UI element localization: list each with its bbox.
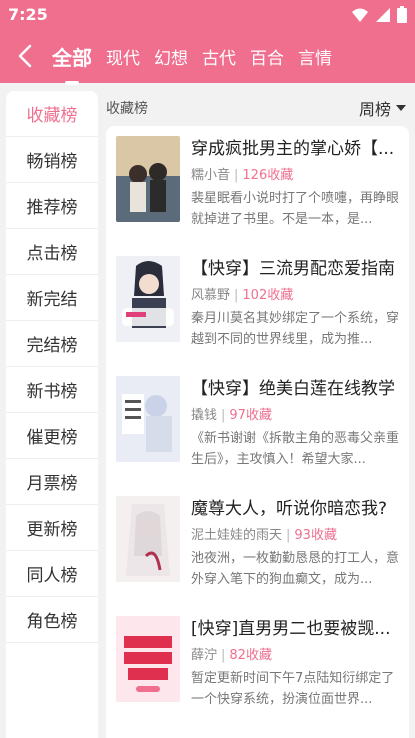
book-author: 糯小音 [191, 168, 231, 183]
book-favorites: 93收藏 [294, 528, 337, 543]
sidebar-item-clicks[interactable]: 点击榜 [6, 229, 98, 275]
tab-indicator [65, 81, 79, 85]
wifi-icon [352, 8, 368, 22]
meta-divider: | [221, 648, 226, 663]
book-author: 风慕野 [191, 288, 231, 303]
book-favorites: 126收藏 [242, 168, 294, 183]
back-arrow-icon[interactable] [14, 40, 36, 72]
tab-fantasy[interactable]: 幻想 [152, 44, 190, 69]
book-list: 穿成疯批男主的掌心娇【... 糯小音 | 126收藏 裴星眠看小说时打了个喷嚏，再睁… [106, 126, 409, 738]
book-description: 池夜洲，一枚勤勤恳恳的打工人，意外穿入笔下的狗血癫文，成为... [191, 551, 399, 587]
book-favorites: 97收藏 [229, 408, 272, 423]
tab-all[interactable]: 全部 [50, 42, 94, 85]
sidebar-item-bestseller[interactable]: 畅销榜 [6, 137, 98, 183]
book-meta: 糯小音 | 126收藏 [191, 164, 293, 183]
sidebar-item-urge-update[interactable]: 催更榜 [6, 413, 98, 459]
book-meta: 撬钱 | 97收藏 [191, 404, 272, 423]
book-description: 裴星眠看小说时打了个喷嚏，再睁眼就掉进了书里。不是一本，是... [191, 191, 399, 227]
meta-divider: | [234, 168, 239, 183]
sort-label: 周榜 [358, 100, 391, 119]
sidebar-item-updates[interactable]: 更新榜 [6, 505, 98, 551]
sidebar-item-new-finished[interactable]: 新完结 [6, 275, 98, 321]
list-rank-name: 收藏榜 [106, 101, 148, 117]
meta-divider: | [286, 528, 291, 543]
book-title: 【快穿】绝美白莲在线教学 [191, 379, 395, 399]
book-favorites: 82收藏 [229, 648, 272, 663]
app-bar: 全部 现代 幻想 古代 百合 言情 [0, 30, 415, 85]
book-author: 撬钱 [191, 408, 218, 423]
book-title: 【快穿】三流男配恋爱指南 [191, 259, 395, 279]
book-cover [116, 616, 180, 702]
book-author: 薛泞 [191, 648, 218, 663]
book-author: 泥土娃娃的雨天 [191, 528, 283, 543]
category-tabs: 全部 现代 幻想 古代 百合 言情 [50, 30, 344, 85]
battery-icon [397, 6, 407, 23]
book-cover [116, 376, 180, 462]
tab-gl[interactable]: 百合 [248, 44, 286, 69]
book-meta: 薛泞 | 82收藏 [191, 644, 272, 663]
book-title: 魔尊大人，听说你暗恋我? [191, 499, 388, 519]
book-title: 穿成疯批男主的掌心娇【... [191, 139, 395, 159]
signal-icon [376, 7, 390, 22]
sidebar-item-finished[interactable]: 完结榜 [6, 321, 98, 367]
book-item[interactable]: [快穿]直男男二也要被觊... 薛泞 | 82收藏 暂定更新时间下午7点陆知衍绑定了… [106, 606, 409, 726]
sidebar-item-characters[interactable]: 角色榜 [6, 597, 98, 643]
book-item[interactable]: 【快穿】三流男配恋爱指南 风慕野 | 102收藏 秦月川莫名其妙绑定了一个系统，穿越… [106, 246, 409, 366]
tab-modern[interactable]: 现代 [104, 44, 142, 69]
book-cover [116, 496, 180, 582]
sidebar-item-favorites[interactable]: 收藏榜 [6, 91, 98, 137]
book-description: 《新书谢谢《拆散主角的恶毒父亲重生后》，主攻慎入！希望大家... [191, 431, 399, 467]
tab-romance[interactable]: 言情 [296, 44, 334, 69]
status-icons [351, 6, 407, 23]
book-favorites: 102收藏 [242, 288, 294, 303]
book-cover [116, 256, 180, 342]
book-meta: 泥土娃娃的雨天 | 93收藏 [191, 524, 337, 543]
meta-divider: | [234, 288, 239, 303]
tab-ancient[interactable]: 古代 [200, 44, 238, 69]
sidebar-item-recommend[interactable]: 推荐榜 [6, 183, 98, 229]
book-description: 秦月川莫名其妙绑定了一个系统，穿越到不同的世界线里，成为推... [191, 311, 399, 347]
status-time: 7:25 [8, 5, 48, 24]
book-cover [116, 136, 180, 222]
sidebar-item-monthly-ticket[interactable]: 月票榜 [6, 459, 98, 505]
book-item[interactable]: 魔尊大人，听说你暗恋我? 泥土娃娃的雨天 | 93收藏 池夜洲，一枚勤勤恳恳的打工人… [106, 486, 409, 606]
status-bar: 7:25 [0, 0, 415, 30]
rank-sidebar: 收藏榜 畅销榜 推荐榜 点击榜 新完结 完结榜 新书榜 催更榜 月票榜 更新榜 … [6, 91, 98, 738]
book-meta: 风慕野 | 102收藏 [191, 284, 293, 303]
caret-down-icon [396, 105, 406, 111]
sidebar-item-new-books[interactable]: 新书榜 [6, 367, 98, 413]
sort-dropdown[interactable]: 周榜 [359, 96, 406, 120]
book-item[interactable]: 穿成疯批男主的掌心娇【... 糯小音 | 126收藏 裴星眠看小说时打了个喷嚏，再睁… [106, 126, 409, 246]
list-header: 收藏榜 周榜 [106, 91, 406, 125]
sidebar-item-fanfic[interactable]: 同人榜 [6, 551, 98, 597]
meta-divider: | [221, 408, 226, 423]
book-title: [快穿]直男男二也要被觊... [191, 619, 391, 639]
book-item[interactable]: 【快穿】绝美白莲在线教学 撬钱 | 97收藏 《新书谢谢《拆散主角的恶毒父亲重生后》… [106, 366, 409, 486]
book-description: 暂定更新时间下午7点陆知衍绑定了一个快穿系统，扮演位面世界... [191, 671, 395, 707]
